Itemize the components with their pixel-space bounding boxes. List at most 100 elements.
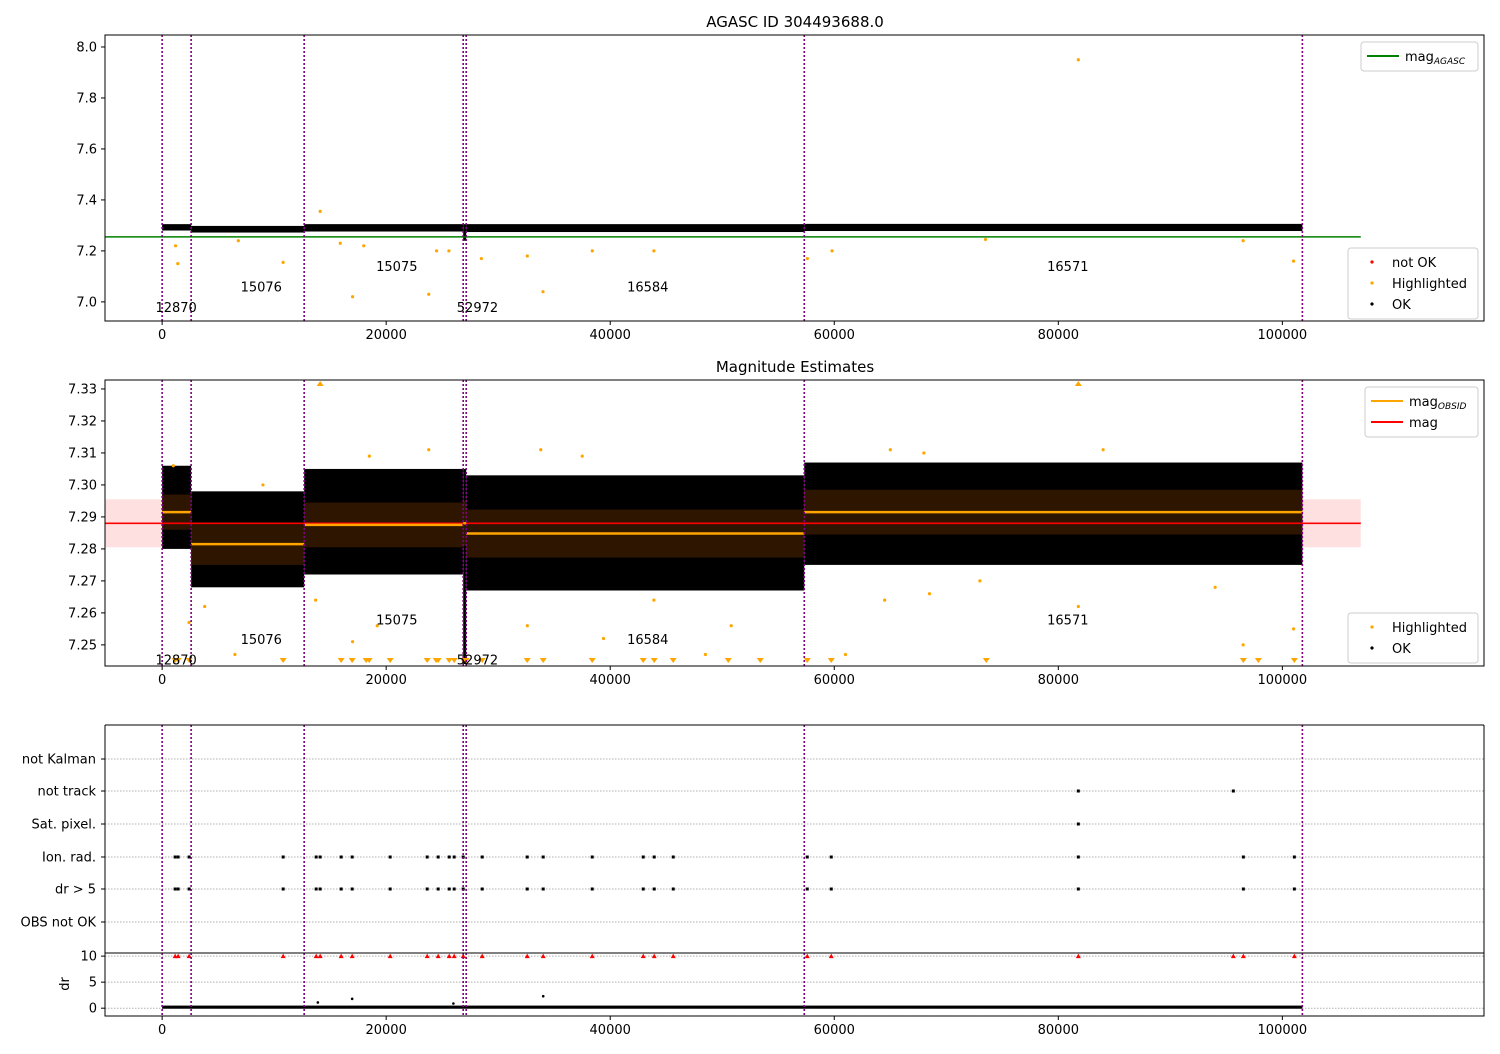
obsid-label: 52972 <box>457 301 498 316</box>
highlighted-point <box>525 624 529 628</box>
y-tick-label: 7.27 <box>68 574 97 589</box>
obsid-label: 15076 <box>241 633 282 648</box>
dr-clipped-marker <box>670 953 676 959</box>
flag-point <box>425 855 429 859</box>
highlighted-point <box>1213 585 1217 589</box>
flag-point <box>339 855 343 859</box>
flag-point <box>590 855 594 859</box>
dr-clipped-marker <box>424 953 430 959</box>
y-tick-label: 7.31 <box>68 446 97 461</box>
flag-row-label: Ion. rad. <box>42 851 96 866</box>
highlighted-point <box>978 579 982 583</box>
obsid-label: 16571 <box>1047 613 1088 628</box>
flag-point <box>452 887 456 891</box>
dr-clipped-marker <box>589 953 595 959</box>
flag-point <box>671 887 675 891</box>
highlighted-below-marker <box>1254 658 1262 663</box>
legend-label: mag <box>1409 416 1438 431</box>
flag-point <box>318 855 322 859</box>
figure: AGASC ID 304493688.0 Magnitude Estimates… <box>21 13 1485 1038</box>
y-tick-label: 7.8 <box>76 91 97 106</box>
highlighted-point <box>888 448 892 452</box>
flag-point <box>541 855 545 859</box>
highlighted-below-marker <box>539 658 547 663</box>
flag-point <box>480 887 484 891</box>
x-tick-label: 100000 <box>1258 328 1308 343</box>
y-tick-label: 10 <box>80 950 97 965</box>
legend-label: Highlighted <box>1392 621 1467 636</box>
flag-point <box>1292 887 1296 891</box>
highlighted-point <box>830 249 834 253</box>
flag-row-label: dr > 5 <box>55 883 96 898</box>
legend-marker-Highlighted <box>1370 625 1374 629</box>
flag-point <box>314 855 318 859</box>
highlighted-point <box>338 241 342 245</box>
x-tick-label: 60000 <box>814 1023 855 1038</box>
flag-point <box>525 855 529 859</box>
y-tick-label: 8.0 <box>76 40 97 55</box>
flag-point <box>436 855 440 859</box>
y-tick-label: 5 <box>89 976 97 991</box>
x-tick-label: 100000 <box>1258 673 1308 688</box>
highlighted-point <box>434 249 439 253</box>
flag-point <box>173 887 177 891</box>
y-tick-label: 7.30 <box>68 478 97 493</box>
y-tick-label: 7.6 <box>76 142 97 157</box>
highlighted-point <box>281 260 285 264</box>
flag-point <box>436 887 440 891</box>
dr-ok-points-band <box>162 1005 1303 1009</box>
ok-points-band <box>804 223 1303 232</box>
flag-point <box>173 855 177 859</box>
flag-point <box>176 855 180 859</box>
x-tick-label: 40000 <box>590 328 631 343</box>
flag-point <box>480 855 484 859</box>
dr-point <box>316 1001 320 1004</box>
magnitude-estimates-panel: 1287015076150755297216584165710 20000 4000… <box>68 379 1485 688</box>
flag-point <box>1076 887 1080 891</box>
x-tick-label: 100000 <box>1258 1023 1308 1038</box>
y-tick-label: 0 <box>89 1002 97 1017</box>
highlighted-point <box>927 592 932 596</box>
dr-point <box>541 994 545 998</box>
highlighted-point <box>1291 259 1296 263</box>
highlighted-point <box>652 249 656 253</box>
highlighted-below-marker <box>639 658 647 663</box>
flag-point <box>1231 789 1235 793</box>
flag-point <box>652 887 656 891</box>
highlighted-point <box>1076 58 1080 62</box>
flag-point <box>447 887 451 891</box>
y-tick-label: 7.25 <box>68 638 97 653</box>
plot-area: 128701507615075529721658416571 <box>105 380 1361 666</box>
x-tick-label: 40000 <box>590 1023 631 1038</box>
highlighted-above-marker <box>1074 381 1082 386</box>
highlighted-point <box>525 254 529 258</box>
flags-panel: not Kalman not track Sat. pixel. Ion. rad. d… <box>21 724 1485 953</box>
ok-points-band <box>466 224 805 233</box>
highlighted-below-marker <box>588 658 596 663</box>
highlighted-point <box>176 262 180 266</box>
x-tick-label: 60000 <box>814 673 855 688</box>
dr-clipped-marker <box>349 953 355 959</box>
highlighted-point <box>427 292 431 296</box>
x-tick-label: 0 <box>158 328 166 343</box>
flag-point <box>1241 887 1245 891</box>
dr-clipped-marker <box>804 953 810 959</box>
flag-point <box>425 887 429 891</box>
highlighted-point <box>187 620 191 625</box>
flag-point <box>339 887 343 891</box>
highlighted-above-marker <box>316 381 324 386</box>
highlighted-point <box>362 244 366 248</box>
highlighted-point <box>703 652 708 657</box>
flag-row-label: OBS not OK <box>21 916 97 931</box>
highlighted-point <box>983 237 988 242</box>
dr-panel: 0 20000 40000 60000 80000 100000 0 5 10 <box>80 950 1485 1038</box>
highlighted-point <box>427 448 431 452</box>
y-tick-label: 7.2 <box>76 244 97 259</box>
highlighted-point <box>1101 448 1105 452</box>
highlighted-below-marker <box>827 658 835 663</box>
flag-point <box>314 887 318 891</box>
dr-clipped-marker <box>1230 953 1236 959</box>
legend-label: Highlighted <box>1392 277 1467 292</box>
flag-point <box>447 855 451 859</box>
obsid-label: 16571 <box>1047 260 1088 275</box>
